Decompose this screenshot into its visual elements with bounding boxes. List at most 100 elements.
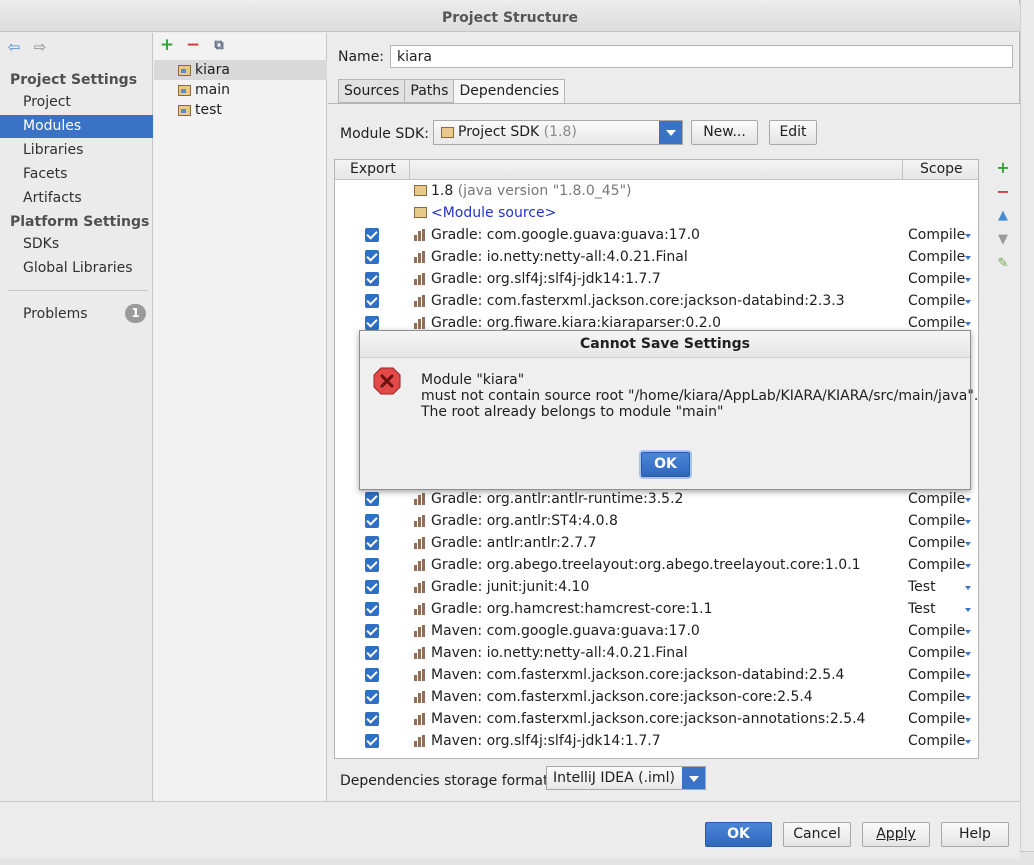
remove-icon[interactable]: − bbox=[185, 35, 201, 55]
move-down-icon[interactable]: ▼ bbox=[994, 231, 1012, 249]
scope-select[interactable]: Compile bbox=[908, 557, 965, 573]
scope-select[interactable]: Compile bbox=[908, 711, 965, 727]
chevron-down-icon[interactable] bbox=[965, 564, 971, 568]
tab-paths[interactable]: Paths bbox=[404, 79, 455, 103]
export-checkbox[interactable] bbox=[365, 294, 379, 308]
nav-item-facets[interactable]: Facets bbox=[0, 163, 153, 186]
ok-button[interactable]: OK bbox=[705, 822, 772, 847]
storage-format-select[interactable]: IntelliJ IDEA (.iml) bbox=[546, 766, 706, 790]
error-ok-button[interactable]: OK bbox=[641, 452, 690, 477]
table-row[interactable]: Maven: com.fasterxml.jackson.core:jackso… bbox=[335, 687, 978, 709]
table-row[interactable]: Gradle: org.slf4j:slf4j-jdk14:1.7.7 Compi… bbox=[335, 269, 978, 291]
chevron-down-icon[interactable] bbox=[965, 718, 971, 722]
chevron-down-icon[interactable] bbox=[965, 740, 971, 744]
table-row[interactable]: Maven: com.fasterxml.jackson.core:jackso… bbox=[335, 665, 978, 687]
module-item-test[interactable]: test bbox=[154, 100, 327, 120]
copy-icon[interactable]: ⧉ bbox=[211, 37, 227, 53]
table-row[interactable]: Maven: io.netty:netty-all:4.0.21.Final Co… bbox=[335, 643, 978, 665]
scope-select[interactable]: Compile bbox=[908, 271, 965, 287]
export-checkbox[interactable] bbox=[365, 624, 379, 638]
tab-sources[interactable]: Sources bbox=[338, 79, 406, 103]
nav-item-sdks[interactable]: SDKs bbox=[0, 233, 153, 256]
table-row[interactable]: Gradle: org.antlr:antlr-runtime:3.5.2 Com… bbox=[335, 489, 978, 511]
chevron-down-icon[interactable] bbox=[965, 234, 971, 238]
chevron-down-icon[interactable] bbox=[965, 608, 971, 612]
module-item-main[interactable]: main bbox=[154, 80, 327, 100]
export-checkbox[interactable] bbox=[365, 734, 379, 748]
scope-select[interactable]: Compile bbox=[908, 667, 965, 683]
chevron-down-icon[interactable] bbox=[965, 696, 971, 700]
scope-select[interactable]: Compile bbox=[908, 733, 965, 749]
chevron-down-icon[interactable] bbox=[965, 498, 971, 502]
nav-item-project[interactable]: Project bbox=[0, 91, 153, 114]
scope-select[interactable]: Compile bbox=[908, 293, 965, 309]
cancel-button[interactable]: Cancel bbox=[783, 822, 851, 847]
chevron-down-icon[interactable] bbox=[965, 652, 971, 656]
column-export[interactable]: Export bbox=[350, 161, 396, 177]
table-row[interactable]: Gradle: antlr:antlr:2.7.7 Compile bbox=[335, 533, 978, 555]
table-row[interactable]: Gradle: org.hamcrest:hamcrest-core:1.1 Te… bbox=[335, 599, 978, 621]
scope-select[interactable]: Compile bbox=[908, 315, 965, 331]
export-checkbox[interactable] bbox=[365, 690, 379, 704]
export-checkbox[interactable] bbox=[365, 228, 379, 242]
export-checkbox[interactable] bbox=[365, 492, 379, 506]
table-row[interactable]: <Module source> bbox=[335, 203, 978, 225]
tab-dependencies[interactable]: Dependencies bbox=[453, 79, 566, 104]
add-icon[interactable]: + bbox=[159, 35, 175, 55]
chevron-down-icon[interactable] bbox=[965, 256, 971, 260]
export-checkbox[interactable] bbox=[365, 712, 379, 726]
table-row[interactable]: Gradle: io.netty:netty-all:4.0.21.Final C… bbox=[335, 247, 978, 269]
scope-select[interactable]: Compile bbox=[908, 513, 965, 529]
table-row[interactable]: 1.8 (java version "1.8.0_45") bbox=[335, 181, 978, 203]
edit-sdk-button[interactable]: Edit bbox=[769, 120, 817, 145]
add-dependency-icon[interactable]: + bbox=[994, 159, 1012, 177]
table-row[interactable]: Gradle: com.fasterxml.jackson.core:jacks… bbox=[335, 291, 978, 313]
chevron-down-icon[interactable] bbox=[659, 121, 682, 144]
scope-select[interactable]: Compile bbox=[908, 535, 965, 551]
remove-dependency-icon[interactable]: − bbox=[994, 183, 1012, 201]
export-checkbox[interactable] bbox=[365, 316, 379, 330]
scope-select[interactable]: Compile bbox=[908, 491, 965, 507]
help-button[interactable]: Help bbox=[941, 822, 1009, 847]
chevron-down-icon[interactable] bbox=[965, 520, 971, 524]
scope-select[interactable]: Test bbox=[908, 579, 936, 595]
export-checkbox[interactable] bbox=[365, 536, 379, 550]
export-checkbox[interactable] bbox=[365, 668, 379, 682]
nav-item-global-libraries[interactable]: Global Libraries bbox=[0, 257, 153, 280]
table-row[interactable]: Gradle: com.google.guava:guava:17.0 Compi… bbox=[335, 225, 978, 247]
module-sdk-select[interactable]: Project SDK (1.8) bbox=[433, 120, 683, 145]
export-checkbox[interactable] bbox=[365, 580, 379, 594]
nav-item-modules[interactable]: Modules bbox=[0, 115, 153, 138]
scope-select[interactable]: Compile bbox=[908, 689, 965, 705]
scope-select[interactable]: Compile bbox=[908, 645, 965, 661]
apply-button[interactable]: Apply bbox=[862, 822, 930, 847]
export-checkbox[interactable] bbox=[365, 646, 379, 660]
forward-arrow-icon[interactable]: ⇨ bbox=[32, 38, 48, 56]
chevron-down-icon[interactable] bbox=[965, 278, 971, 282]
chevron-down-icon[interactable] bbox=[965, 300, 971, 304]
nav-item-artifacts[interactable]: Artifacts bbox=[0, 187, 153, 210]
chevron-down-icon[interactable] bbox=[965, 674, 971, 678]
edit-pencil-icon[interactable]: ✎ bbox=[994, 255, 1012, 273]
export-checkbox[interactable] bbox=[365, 558, 379, 572]
table-row[interactable]: Gradle: org.antlr:ST4:4.0.8 Compile bbox=[335, 511, 978, 533]
scope-select[interactable]: Compile bbox=[908, 623, 965, 639]
table-row[interactable]: Maven: org.slf4j:slf4j-jdk14:1.7.7 Compil… bbox=[335, 731, 978, 753]
module-item-kiara[interactable]: kiara bbox=[154, 60, 327, 80]
export-checkbox[interactable] bbox=[365, 272, 379, 286]
export-checkbox[interactable] bbox=[365, 514, 379, 528]
export-checkbox[interactable] bbox=[365, 602, 379, 616]
table-row[interactable]: Maven: com.fasterxml.jackson.core:jackso… bbox=[335, 709, 978, 731]
scope-select[interactable]: Test bbox=[908, 601, 936, 617]
table-row[interactable]: Gradle: org.abego.treelayout:org.abego.t… bbox=[335, 555, 978, 577]
scope-select[interactable]: Compile bbox=[908, 227, 965, 243]
chevron-down-icon[interactable] bbox=[965, 630, 971, 634]
chevron-down-icon[interactable] bbox=[965, 542, 971, 546]
new-sdk-button[interactable]: New... bbox=[691, 120, 758, 145]
table-row[interactable]: Gradle: junit:junit:4.10 Test bbox=[335, 577, 978, 599]
scope-select[interactable]: Compile bbox=[908, 249, 965, 265]
module-name-input[interactable] bbox=[390, 45, 1013, 68]
nav-item-libraries[interactable]: Libraries bbox=[0, 139, 153, 162]
chevron-down-icon[interactable] bbox=[965, 586, 971, 590]
column-scope[interactable]: Scope bbox=[920, 161, 963, 177]
